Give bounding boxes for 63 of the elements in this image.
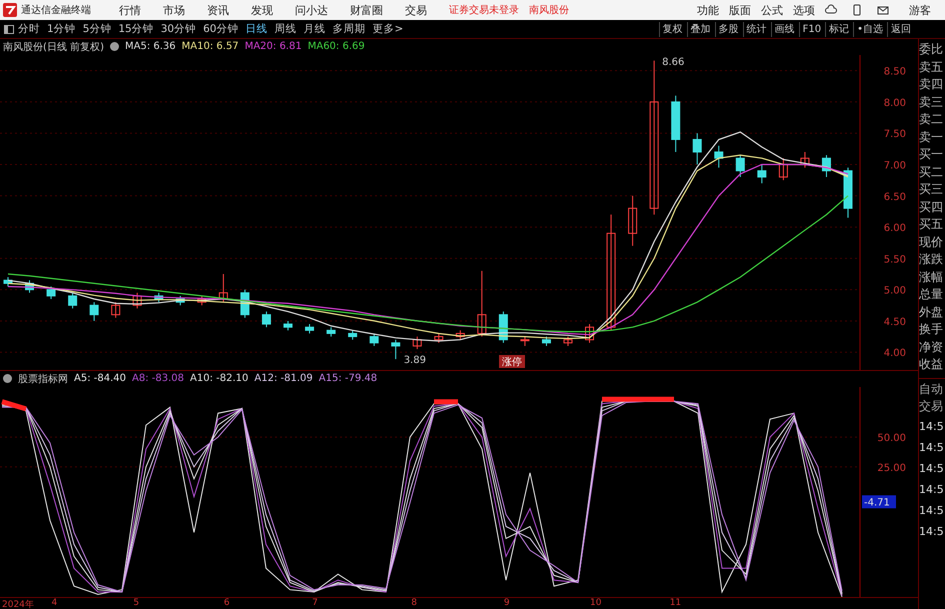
quote-label: 卖五 (919, 58, 944, 76)
axis-tick-label: 5.00 (884, 286, 906, 297)
app-title: 通达信金融终端 (21, 4, 91, 17)
trade-time: 14:5 (919, 482, 945, 498)
quote-label: 卖一 (919, 128, 944, 146)
time-axis-label: 7 (312, 598, 318, 608)
axis-tick-label: 4.00 (884, 348, 906, 360)
quote-label: 涨幅 (919, 268, 944, 286)
axis-tick-label: 4.50 (884, 316, 906, 328)
legend-item: MA5: 6.36 (124, 41, 176, 52)
axis-tick-label: 6.00 (884, 223, 906, 234)
quote-label: 委比 (919, 41, 944, 58)
quote-label: 换手 (919, 321, 944, 338)
legend-item: MA20: 6.81 (244, 41, 302, 52)
legend-item: A5: -84.40 (74, 373, 126, 384)
indicator-title: 股票指标网 (18, 372, 68, 386)
axis-tick-label: 8.00 (884, 98, 906, 109)
axis-tick-label: 25.00 (877, 462, 906, 474)
limit-up-tag: 涨停 (499, 354, 525, 368)
stock-name: 南风股份 (529, 4, 569, 17)
quote-label: 买五 (919, 216, 944, 233)
quote-label: 卖二 (919, 111, 944, 128)
legend-item: A8: -83.08 (132, 373, 184, 384)
quote-label: 净资 (919, 338, 944, 356)
time-axis-label: 4 (52, 598, 58, 608)
axis-tick-label: 5.50 (884, 254, 906, 266)
axis-tick-label: 6.50 (884, 192, 906, 203)
quote-label: 总量 (919, 286, 944, 303)
price-extreme-label: 3.89 (404, 355, 426, 366)
quote-label: 买四 (919, 198, 944, 216)
axis-tick-label: 7.50 (884, 129, 906, 140)
quote-label: 买二 (919, 164, 944, 180)
quote-label: 外盘 (919, 304, 944, 320)
price-extreme-label: 8.66 (662, 56, 684, 68)
current-value-tag: -4.71 (862, 495, 896, 508)
quote-label: 卖四 (919, 76, 944, 93)
axis-tick-label: 8.50 (884, 66, 906, 78)
quote-label: 涨跌 (919, 251, 944, 268)
quote-label: 买三 (919, 181, 944, 198)
legend-item: MA60: 6.69 (308, 41, 365, 52)
chart-title: 南风股份(日线 前复权) (3, 40, 104, 54)
quote-label: 卖三 (919, 94, 944, 110)
legend-item: A10: -82.10 (190, 373, 248, 384)
axis-tick-label: 7.00 (884, 160, 906, 172)
quote-label: 收益 (919, 356, 944, 373)
legend-item: A12: -81.09 (254, 373, 313, 384)
trade-time: 14:5 (919, 460, 945, 476)
legend-item: A15: -79.48 (318, 373, 378, 384)
legend-item: MA10: 6.57 (182, 41, 239, 52)
trade-time: 14:5 (919, 502, 945, 518)
time-axis-label: 2024年 (2, 598, 34, 609)
trade-time: 14:5 (919, 418, 945, 434)
time-axis-label: 9 (504, 598, 510, 608)
trade-time: 14:5 (919, 524, 945, 540)
trade-time: 14:5 (919, 440, 945, 456)
axis-tick-label: 50.00 (877, 432, 906, 444)
quote-label: 现价 (919, 234, 944, 250)
time-axis-label: 8 (411, 598, 417, 608)
time-axis-label: 6 (224, 598, 230, 608)
quote-label: 买一 (919, 146, 944, 163)
time-axis-label: 11 (670, 598, 682, 608)
time-axis-label: 5 (133, 598, 140, 608)
time-axis-label: 10 (590, 598, 602, 608)
